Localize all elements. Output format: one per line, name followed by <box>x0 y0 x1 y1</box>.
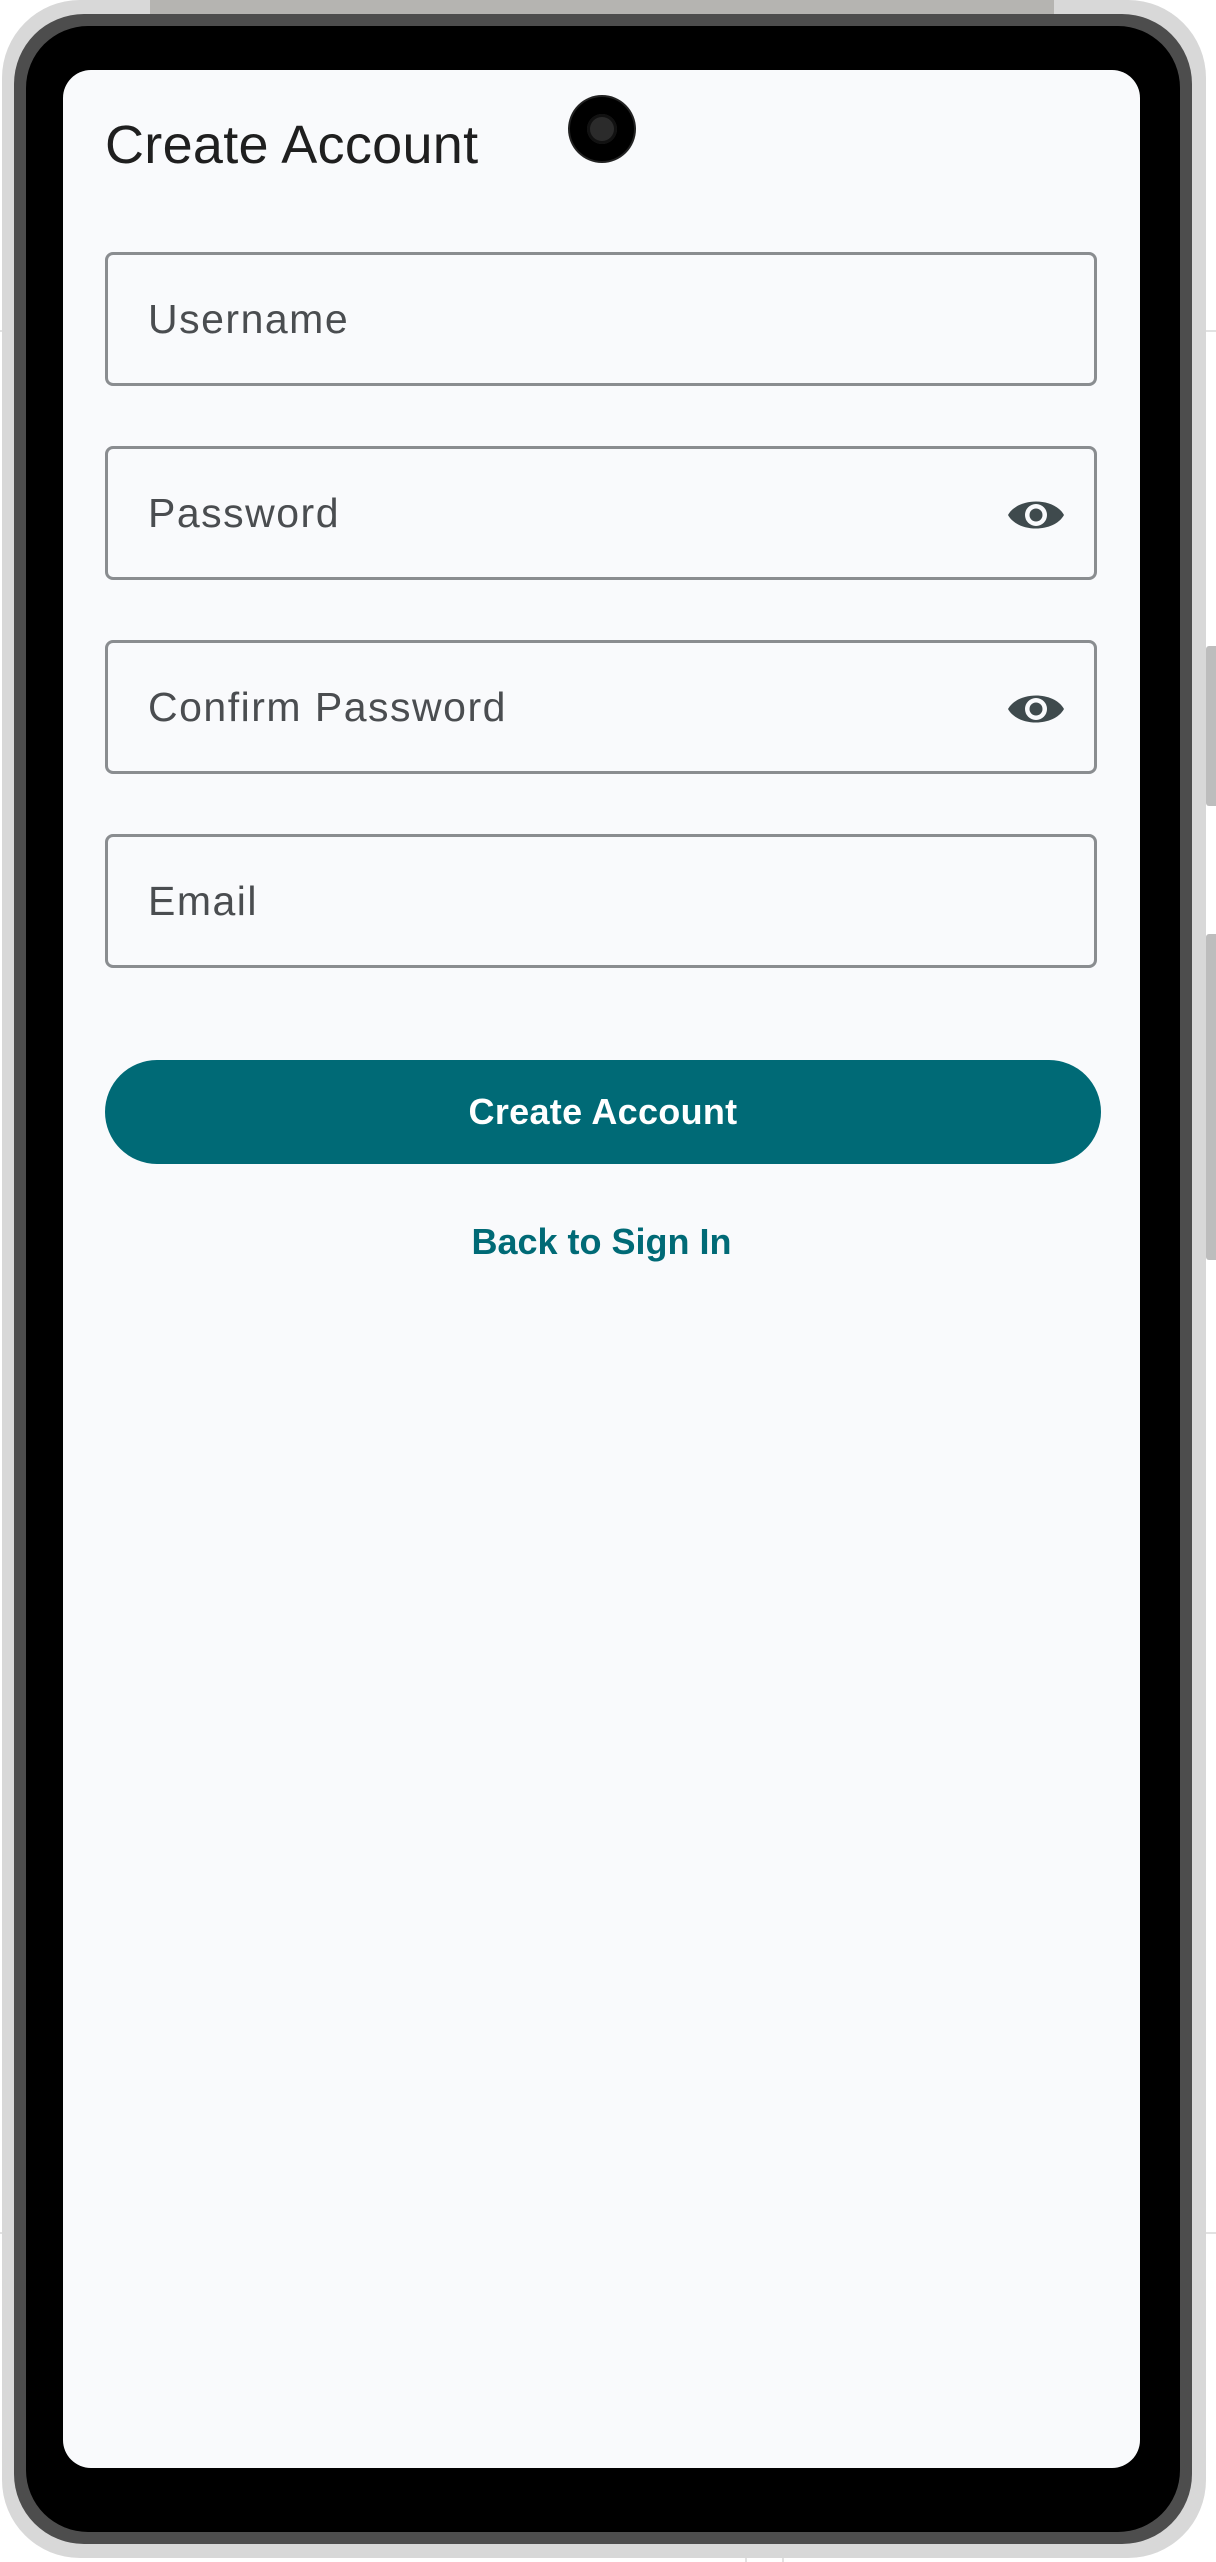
password-input[interactable] <box>148 449 1008 577</box>
page-title: Create Account <box>105 115 479 175</box>
username-field[interactable] <box>105 252 1097 386</box>
app-screen: Create Account Username Email Create Acc… <box>63 70 1140 2468</box>
email-field[interactable] <box>105 834 1097 968</box>
confirm-password-input[interactable] <box>148 643 1008 771</box>
password-field[interactable] <box>105 446 1097 580</box>
username-input[interactable] <box>148 255 1008 383</box>
volume-button <box>1206 646 1216 806</box>
email-input[interactable] <box>148 837 1008 965</box>
power-button <box>1206 934 1216 1260</box>
confirm-password-field[interactable] <box>105 640 1097 774</box>
back-to-sign-in-link[interactable]: Back to Sign In <box>63 1212 1140 1272</box>
create-account-button[interactable]: Create Account <box>105 1060 1101 1164</box>
eye-icon[interactable] <box>1006 485 1066 545</box>
eye-icon[interactable] <box>1006 679 1066 739</box>
page: Create Account Username Email Create Acc… <box>0 0 1216 2562</box>
front-camera <box>570 97 634 161</box>
